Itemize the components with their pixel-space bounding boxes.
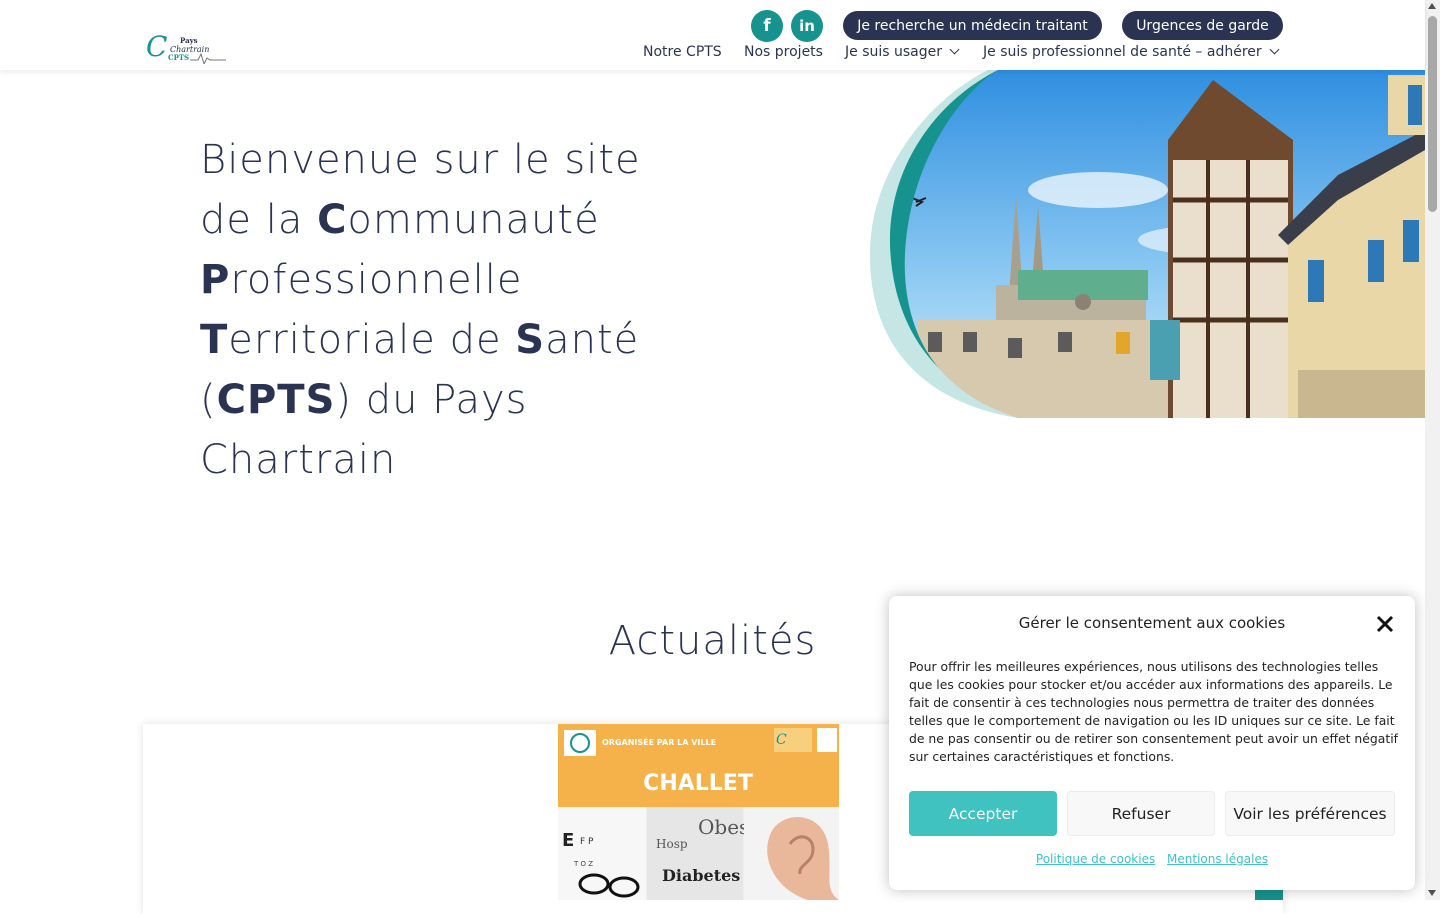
svg-text:C: C [776,732,787,748]
hero-heading: Bienvenue sur le site de la Communauté P… [200,130,660,490]
accept-button[interactable]: Accepter [909,791,1057,836]
cookie-links: Politique de cookies Mentions légales [889,852,1415,866]
hero-line: (CPTS) du Pays [200,377,528,423]
hero-line: Professionnelle [200,257,523,303]
svg-text:C: C [146,30,167,63]
svg-text:E: E [562,830,574,851]
nav-professionnel[interactable]: Je suis professionnel de santé – adhérer [983,42,1280,62]
hero-line: de la Communauté [200,197,600,243]
nav-nos-projets[interactable]: Nos projets [744,42,823,62]
emergency-button[interactable]: Urgences de garde [1122,11,1283,40]
hero-line: Territoriale de Santé [200,317,640,363]
svg-text:Pays: Pays [180,36,198,45]
site-header: C Pays Chartrain CPTS f in Je recherche … [0,0,1425,70]
hero-city-image [868,70,1425,418]
chevron-down-icon [949,44,960,55]
svg-text:F P: F P [580,837,594,847]
cookie-policy-link[interactable]: Politique de cookies [1036,852,1155,866]
hero-line: Chartrain [200,437,397,483]
svg-text:CHALLET: CHALLET [643,771,753,796]
linkedin-icon[interactable]: in [791,10,823,42]
cookie-description: Pour offrir les meilleures expériences, … [909,659,1398,764]
find-doctor-button[interactable]: Je recherche un médecin traitant [843,11,1102,40]
nav-usager[interactable]: Je suis usager [845,42,960,62]
legal-notice-link[interactable]: Mentions légales [1167,852,1268,866]
cookie-title: Gérer le consentement aux cookies [1018,614,1286,632]
svg-text:Hosp: Hosp [656,837,688,851]
chevron-down-icon [1269,44,1280,55]
svg-text:Obes: Obes [698,815,749,839]
nav-notre-cpts[interactable]: Notre CPTS [643,42,722,62]
news-card-image[interactable]: ORGANISÉE PAR LA VILLE C CHALLET E F P T… [558,724,839,900]
scroll-up-arrow-icon[interactable] [1428,3,1436,9]
cpts-logo[interactable]: C Pays Chartrain CPTS [146,30,228,66]
cookie-consent-dialog: Gérer le consentement aux cookies Pour o… [889,596,1415,890]
svg-text:ORGANISÉE PAR LA VILLE: ORGANISÉE PAR LA VILLE [602,736,716,747]
scroll-down-arrow-icon[interactable] [1428,890,1436,896]
nav-professionnel-label: Je suis professionnel de santé – adhérer [983,44,1262,60]
page-scrollbar[interactable] [1425,0,1440,900]
facebook-icon[interactable]: f [751,10,783,42]
refuse-button[interactable]: Refuser [1067,791,1215,836]
svg-text:T O Z: T O Z [573,860,593,868]
svg-text:CPTS: CPTS [168,53,189,62]
preferences-button[interactable]: Voir les préférences [1225,791,1395,836]
close-icon[interactable] [1373,612,1397,636]
svg-text:Diabetes: Diabetes [662,866,740,885]
scrollbar-thumb[interactable] [1428,16,1437,212]
nav-usager-label: Je suis usager [845,44,942,60]
hero-line: Bienvenue sur le site [200,137,641,183]
